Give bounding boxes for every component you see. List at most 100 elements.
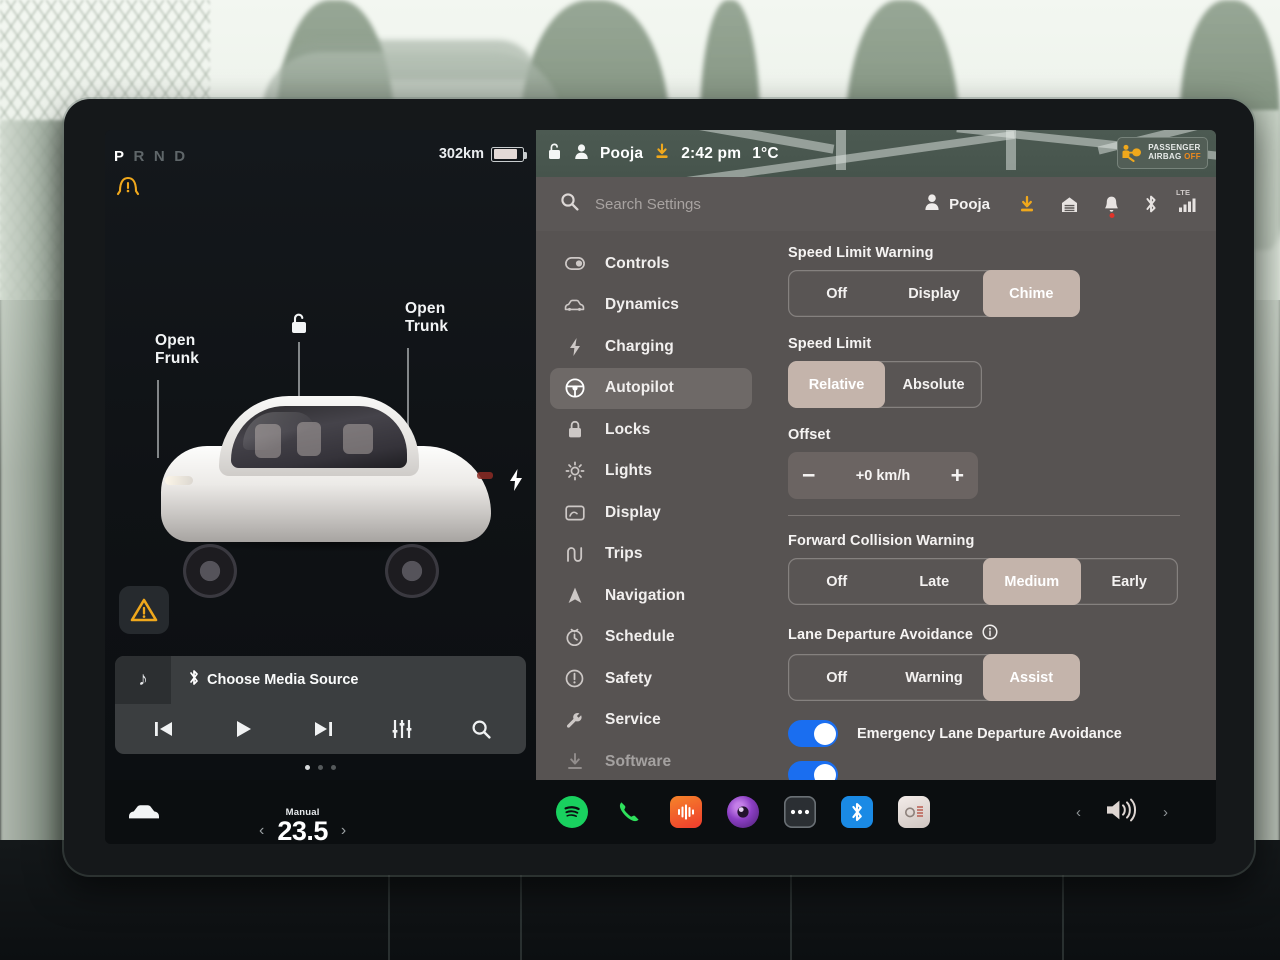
fcw-medium[interactable]: Medium	[983, 558, 1081, 606]
sidebar-label: Trips	[605, 545, 643, 562]
notification-bell-icon[interactable]	[1103, 195, 1120, 218]
garage-door-icon[interactable]	[1060, 195, 1079, 214]
sidebar-item-safety[interactable]: Safety	[550, 658, 752, 699]
car-controls-button[interactable]	[127, 803, 161, 822]
audio-app-icon[interactable]	[670, 796, 702, 828]
warning-triangle-icon	[130, 598, 158, 622]
vehicle-status-panel: P R N D 302km Open Frunk Open Trunk ♪ Ch…	[105, 130, 536, 780]
phone-app-icon[interactable]	[613, 796, 645, 828]
gear-p[interactable]: P	[114, 148, 125, 165]
volume-control: ‹ ›	[1076, 796, 1216, 829]
offset-increment-button[interactable]: +	[951, 464, 964, 487]
open-frunk-callout[interactable]: Open Frunk	[155, 332, 199, 368]
sidebar-item-trips[interactable]: Trips	[550, 534, 752, 575]
sidebar-label: Schedule	[605, 628, 675, 645]
sidebar-item-lights[interactable]: Lights	[550, 451, 752, 492]
spotify-app-icon[interactable]	[556, 796, 588, 828]
fcw-early[interactable]: Early	[1081, 558, 1179, 605]
speed-limit-relative[interactable]: Relative	[788, 361, 885, 408]
climate-temperature: 23.5	[277, 815, 328, 845]
climate-control[interactable]: Manual ‹ 23.5 ›	[259, 807, 346, 845]
trips-icon	[564, 546, 585, 563]
sidebar-item-controls[interactable]: Controls	[550, 243, 752, 284]
sidebar-item-service[interactable]: Service	[550, 700, 752, 741]
sidebar-item-navigation[interactable]: Navigation	[550, 575, 752, 616]
unlock-icon[interactable]	[546, 142, 563, 166]
person-icon[interactable]	[574, 143, 589, 165]
speed-limit-absolute[interactable]: Absolute	[885, 361, 982, 408]
offset-decrement-button[interactable]: −	[802, 464, 815, 487]
settings-search-row: Search Settings Pooja LTE	[536, 177, 1216, 231]
sidebar-item-dynamics[interactable]: Dynamics	[550, 285, 752, 326]
gear-d[interactable]: D	[174, 148, 185, 165]
play-icon[interactable]	[220, 710, 266, 748]
speaker-icon[interactable]	[1103, 796, 1141, 829]
fcw-off[interactable]: Off	[788, 558, 886, 605]
range-value: 302km	[438, 146, 484, 162]
speed-limit-warning-display[interactable]: Display	[885, 270, 982, 317]
page-dot[interactable]	[318, 765, 323, 770]
media-player-card[interactable]: ♪ Choose Media Source	[115, 656, 526, 754]
tire-pressure-icon[interactable]	[116, 174, 140, 203]
sidebar-label: Software	[605, 752, 672, 770]
sidebar-label: Charging	[605, 337, 674, 355]
emergency-lane-departure-toggle[interactable]	[788, 720, 838, 748]
bluetooth-icon[interactable]	[1144, 194, 1158, 214]
software-download-icon[interactable]	[654, 143, 670, 165]
equalizer-icon[interactable]	[379, 710, 425, 748]
bluetooth-app-icon[interactable]	[841, 796, 873, 828]
skip-back-icon[interactable]	[141, 710, 187, 748]
sidebar-item-locks[interactable]: Locks	[550, 409, 752, 450]
gear-n[interactable]: N	[154, 148, 165, 165]
sidebar-item-autopilot[interactable]: Autopilot	[550, 367, 752, 409]
touchscreen-bezel: P R N D 302km Open Frunk Open Trunk ♪ Ch…	[64, 99, 1254, 875]
speed-limit-warning-title: Speed Limit Warning	[788, 245, 934, 261]
sidebar-label: Lights	[605, 462, 653, 479]
lda-warning[interactable]: Warning	[885, 654, 982, 701]
info-icon[interactable]	[982, 624, 998, 645]
speed-limit-warning-off[interactable]: Off	[788, 270, 885, 317]
settings-profile-chip[interactable]: Pooja	[924, 193, 990, 216]
climate-decrease-button[interactable]: ‹	[259, 822, 264, 840]
sidebar-item-software[interactable]: Software	[550, 741, 752, 780]
tesla-touchscreen: P R N D 302km Open Frunk Open Trunk ♪ Ch…	[105, 130, 1216, 844]
open-trunk-callout[interactable]: Open Trunk	[405, 300, 448, 336]
camera-app-icon[interactable]	[727, 796, 759, 828]
unlock-icon[interactable]	[288, 312, 310, 341]
skip-forward-icon[interactable]	[300, 710, 346, 748]
passenger-airbag-badge: PASSENGER AIRBAG OFF	[1117, 137, 1208, 169]
search-input[interactable]: Search Settings	[560, 192, 910, 216]
sidebar-item-charging[interactable]: Charging	[550, 326, 752, 367]
climate-increase-button[interactable]: ›	[341, 822, 346, 840]
front-wheel	[183, 544, 237, 598]
speed-limit-warning-chime[interactable]: Chime	[982, 270, 1080, 317]
page-dot[interactable]	[305, 765, 310, 770]
more-apps-icon[interactable]	[784, 796, 816, 828]
lock-icon	[564, 420, 585, 439]
volume-down-button[interactable]: ‹	[1076, 804, 1081, 821]
app-dock	[536, 796, 1076, 828]
charge-bolt-icon[interactable]	[507, 468, 525, 497]
volume-up-button[interactable]: ›	[1163, 804, 1168, 821]
lda-assist[interactable]: Assist	[982, 654, 1080, 702]
lte-signal-icon[interactable]: LTE	[1176, 188, 1198, 212]
media-page-dots[interactable]	[105, 765, 536, 770]
page-dot[interactable]	[331, 765, 336, 770]
tuner-app-icon[interactable]	[898, 796, 930, 828]
next-setting-toggle[interactable]	[788, 761, 838, 780]
lda-off[interactable]: Off	[788, 654, 885, 701]
clock-time[interactable]: 2:42 pm	[681, 145, 741, 163]
battery-range-indicator[interactable]: 302km	[438, 146, 528, 162]
sidebar-item-display[interactable]: Display	[550, 492, 752, 533]
speed-limit-title: Speed Limit	[788, 336, 872, 352]
media-search-icon[interactable]	[458, 710, 504, 748]
fcw-late[interactable]: Late	[886, 558, 984, 605]
software-download-icon[interactable]	[1018, 195, 1036, 214]
driver-profile-name[interactable]: Pooja	[600, 145, 643, 163]
top-status-bar: Pooja 2:42 pm 1°C PASSENGER AIRBAG OFF	[536, 130, 1216, 177]
gear-r[interactable]: R	[134, 148, 145, 165]
sidebar-item-schedule[interactable]: Schedule	[550, 617, 752, 658]
toggle-icon	[564, 257, 585, 270]
vehicle-alert-button[interactable]	[119, 586, 169, 634]
vehicle-3d-model[interactable]	[147, 372, 522, 598]
